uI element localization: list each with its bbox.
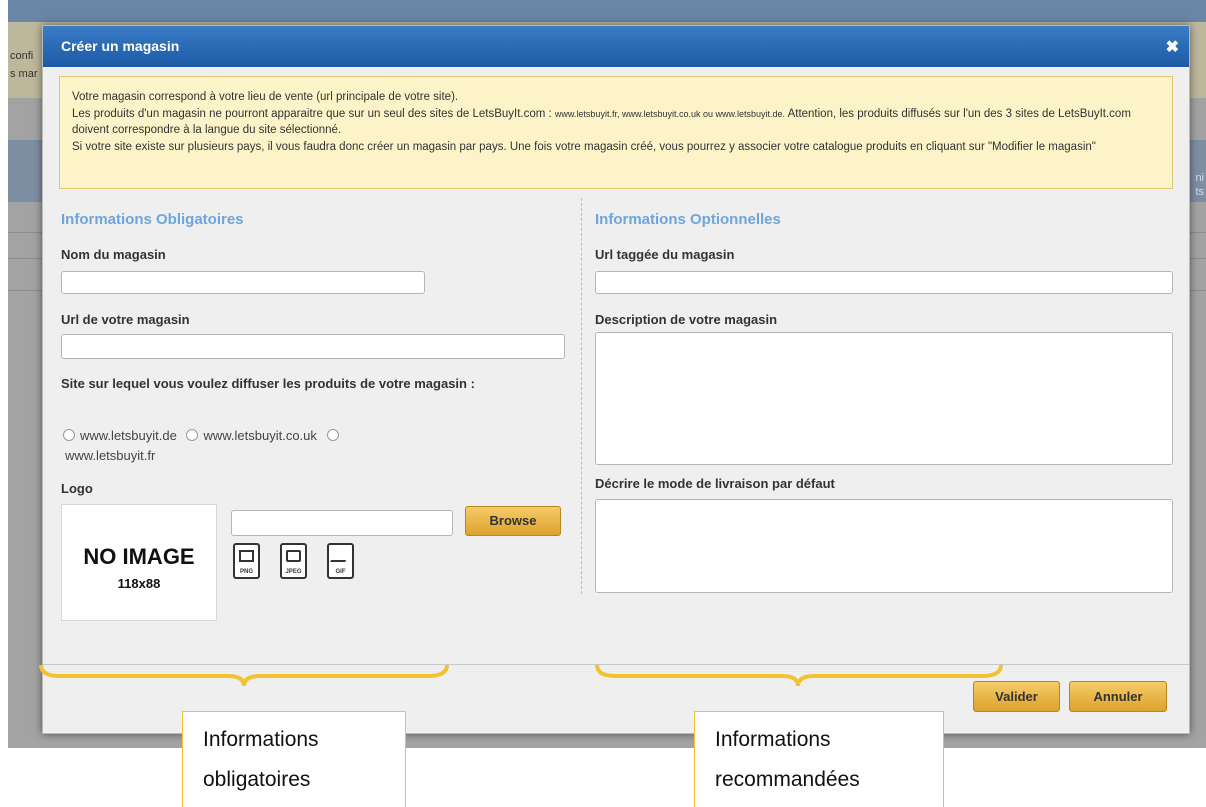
info-text-1: Votre magasin correspond à votre lieu de… — [72, 91, 459, 103]
optional-callout-line: recommandées — [715, 768, 860, 791]
cancel-button[interactable]: Annuler — [1069, 681, 1167, 712]
store-url-input[interactable] — [61, 334, 565, 359]
optional-callout-line: Informations — [715, 728, 831, 751]
logo-label: Logo — [61, 481, 93, 496]
create-store-dialog: Créer un magasin ✖ Votre magasin corresp… — [42, 25, 1190, 734]
optional-brace — [595, 664, 1003, 687]
delivery-textarea[interactable] — [595, 499, 1173, 593]
column-divider — [581, 198, 582, 594]
dialog-title: Créer un magasin — [61, 38, 180, 54]
site-option-de: www.letsbuyit.de — [80, 428, 177, 443]
store-name-input[interactable] — [61, 271, 425, 294]
background-header-fragment: ni — [1195, 172, 1204, 184]
logo-file-input[interactable] — [231, 510, 453, 536]
mandatory-callout-line: Informations — [203, 728, 319, 751]
store-name-label: Nom du magasin — [61, 247, 166, 262]
mandatory-callout: Informations obligatoires — [182, 711, 406, 807]
info-sites: www.letsbuyit.fr, www.letsbuyit.co.uk ou… — [554, 108, 786, 119]
dialog-titlebar: Créer un magasin ✖ — [43, 26, 1189, 67]
browse-button[interactable]: Browse — [465, 506, 561, 536]
no-image-text: NO IMAGE — [83, 544, 195, 569]
mandatory-section: Informations Obligatoires Nom du magasin… — [61, 211, 581, 621]
delivery-label: Décrire le mode de livraison par défaut — [595, 476, 835, 491]
close-icon[interactable]: ✖ — [1166, 37, 1179, 57]
jpeg-file-icon: JPEG — [280, 543, 307, 579]
site-label: Site sur lequel vous voulez diffuser les… — [61, 376, 475, 391]
site-radio-couk[interactable] — [186, 429, 199, 441]
background-topbar — [8, 0, 1206, 22]
optional-section-title: Informations Optionnelles — [595, 211, 781, 228]
tagged-url-label: Url taggée du magasin — [595, 247, 735, 262]
site-radio-fr[interactable] — [326, 429, 339, 441]
info-text-2a: Les produits d'un magasin ne pourront ap… — [72, 107, 555, 120]
tagged-url-input[interactable] — [595, 271, 1173, 294]
info-text-2: Les produits d'un magasin ne pourront ap… — [72, 106, 1160, 139]
info-box: Votre magasin correspond à votre lieu de… — [59, 76, 1173, 189]
description-label: Description de votre magasin — [595, 312, 778, 327]
mandatory-brace — [39, 664, 449, 687]
background-notice-fragment: confi — [10, 50, 34, 62]
gif-file-icon: GIF — [327, 543, 354, 579]
mandatory-callout-line: obligatoires — [203, 768, 311, 791]
mandatory-section-title: Informations Obligatoires — [61, 211, 244, 228]
logo-preview: NO IMAGE 118x88 — [61, 504, 217, 621]
site-option-couk: www.letsbuyit.co.uk — [203, 428, 317, 443]
info-text-3: Si votre site existe sur plusieurs pays,… — [72, 140, 1096, 153]
background-notice-fragment: s mar — [10, 68, 38, 80]
no-image-dimensions: 118x88 — [117, 576, 161, 591]
optional-callout: Informations recommandées — [694, 711, 944, 807]
background-header-fragment: ts — [1195, 186, 1204, 198]
site-option-fr: www.letsbuyit.fr — [65, 448, 156, 463]
site-radio-group: www.letsbuyit.de www.letsbuyit.co.uk www… — [61, 426, 461, 466]
store-url-label: Url de votre magasin — [61, 312, 190, 327]
png-file-icon: PNG — [233, 543, 260, 579]
site-radio-de[interactable] — [63, 429, 75, 441]
description-textarea[interactable] — [595, 332, 1173, 465]
optional-section: Informations Optionnelles Url taggée du … — [595, 211, 1175, 621]
